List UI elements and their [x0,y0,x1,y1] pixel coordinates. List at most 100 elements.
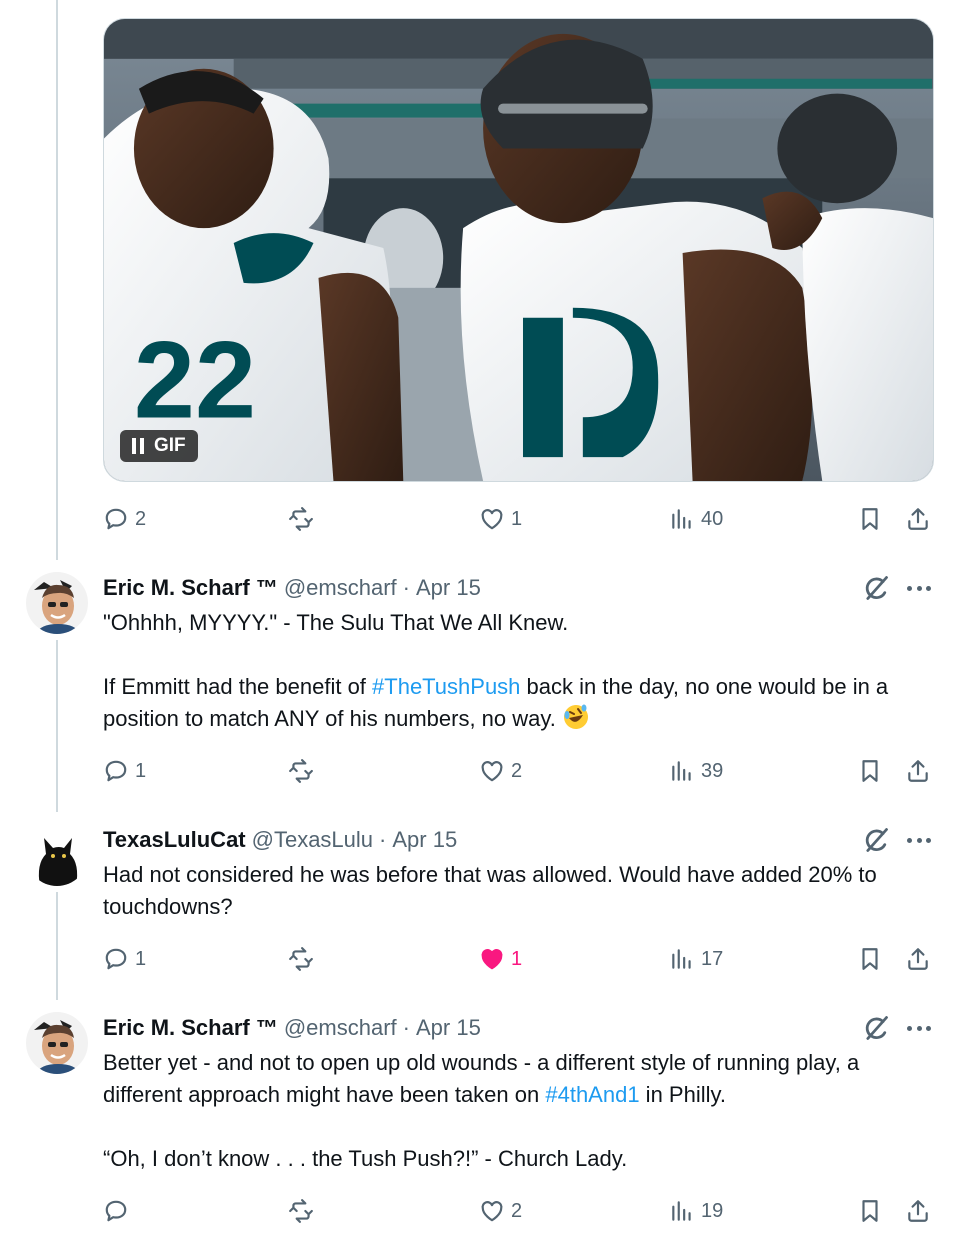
gif-label: GIF [154,435,186,456]
repost-icon [289,1199,313,1223]
pause-icon[interactable] [132,438,144,454]
views-count: 17 [701,947,724,970]
grok-icon [865,576,888,600]
share-button[interactable] [905,939,931,979]
top-post-actions: 2 1 40 [103,499,938,539]
like-icon [481,509,503,530]
repost-icon [289,947,313,971]
separator-dot: · [402,1015,410,1040]
post-paragraph: If Emmitt had the benefit of #TheTushPus… [103,671,933,735]
bookmark-button[interactable] [857,499,883,539]
post-header: Eric M. Scharf ™ @emscharf · Apr 15 [103,573,481,603]
post-date[interactable]: Apr 15 [416,1015,481,1041]
bookmark-icon [862,760,878,782]
bookmark-button[interactable] [857,751,883,791]
share-button[interactable] [905,751,931,791]
thread-line-top [56,0,58,560]
bookmark-icon [862,1200,878,1222]
hashtag-link[interactable]: #TheTushPush [372,674,520,699]
display-name[interactable]: Eric M. Scharf ™ [103,575,278,601]
hashtag-link[interactable]: #4thAnd1 [545,1082,639,1107]
repost-button[interactable] [288,939,320,979]
like-button[interactable]: 1 [479,939,522,979]
views-count: 39 [701,759,724,782]
repost-button[interactable] [288,751,320,791]
more-icon [907,585,912,591]
repost-icon [289,759,313,783]
post-header: TexasLuluCat @TexasLulu · Apr 15 [103,825,457,855]
text-segment: If Emmitt had the benefit of [103,674,373,699]
more-button[interactable] [904,574,934,602]
views-button[interactable]: 40 [669,499,723,539]
like-count: 1 [511,507,523,530]
share-icon [908,508,928,530]
handle[interactable]: @emscharf [284,1015,397,1041]
views-button[interactable]: 39 [669,751,723,791]
more-icon [907,1025,912,1031]
avatar[interactable] [26,572,88,634]
grok-icon [865,828,888,852]
bookmark-icon [862,508,878,530]
post-line: "Ohhhh, MYYYY." - The Sulu That We All K… [103,610,569,635]
views-icon [672,509,691,529]
like-button[interactable]: 1 [479,499,522,539]
like-count: 2 [511,759,523,782]
views-button[interactable]: 17 [669,939,723,979]
thread-line-2 [56,892,58,1000]
rolling-on-floor-laughing-icon [563,704,588,729]
reply-button[interactable]: 1 [103,751,146,791]
grok-button[interactable] [862,1014,890,1042]
like-button[interactable]: 2 [479,1191,522,1231]
handle[interactable]: @emscharf [284,575,397,601]
reply-count: 2 [135,507,147,530]
grok-button[interactable] [862,826,890,854]
avatar[interactable] [26,824,88,886]
reply-button[interactable]: 2 [103,499,146,539]
like-icon [481,949,503,970]
views-icon [672,1201,691,1221]
reply-count: 1 [135,759,147,782]
post-actions: 2 19 [103,1191,938,1231]
post-paragraph: “Oh, I don’t know . . . the Tush Push?!”… [103,1146,628,1171]
bookmark-button[interactable] [857,939,883,979]
text-segment: in Philly. [639,1082,726,1107]
gif-badge[interactable]: GIF [120,430,198,462]
views-icon [672,949,691,969]
more-button[interactable] [904,826,934,854]
repost-icon [289,507,313,531]
more-icon [907,837,912,843]
like-button[interactable]: 2 [479,751,522,791]
like-icon [481,1201,503,1222]
handle[interactable]: @TexasLulu [252,827,373,853]
reply-button[interactable]: 1 [103,939,146,979]
text-segment: Better yet - and not to open up old woun… [103,1050,860,1107]
post-date[interactable]: Apr 15 [416,575,481,601]
views-button[interactable]: 19 [669,1191,723,1231]
views-count: 40 [701,507,724,530]
display-name[interactable]: Eric M. Scharf ™ [103,1015,278,1041]
reply-count: 1 [135,947,147,970]
more-button[interactable] [904,1014,934,1042]
display-name[interactable]: TexasLuluCat [103,827,246,853]
grok-button[interactable] [862,574,890,602]
reply-button[interactable] [103,1191,135,1231]
post-date[interactable]: Apr 15 [392,827,457,853]
grok-icon [865,1016,888,1040]
repost-button[interactable] [288,1191,320,1231]
post-actions: 1 1 17 [103,939,938,979]
separator-dot: · [379,827,387,852]
views-count: 19 [701,1199,724,1222]
avatar-image [26,1012,88,1074]
reply-icon [105,760,127,782]
post-header: Eric M. Scharf ™ @emscharf · Apr 15 [103,1013,481,1043]
separator-dot: · [402,575,410,600]
avatar[interactable] [26,1012,88,1074]
reply-icon [105,1200,127,1222]
bookmark-icon [862,948,878,970]
share-button[interactable] [905,1191,931,1231]
reply-icon [105,508,127,530]
gif-media[interactable]: 22 19 [103,18,934,482]
bookmark-button[interactable] [857,1191,883,1231]
share-button[interactable] [905,499,931,539]
repost-button[interactable] [288,499,320,539]
